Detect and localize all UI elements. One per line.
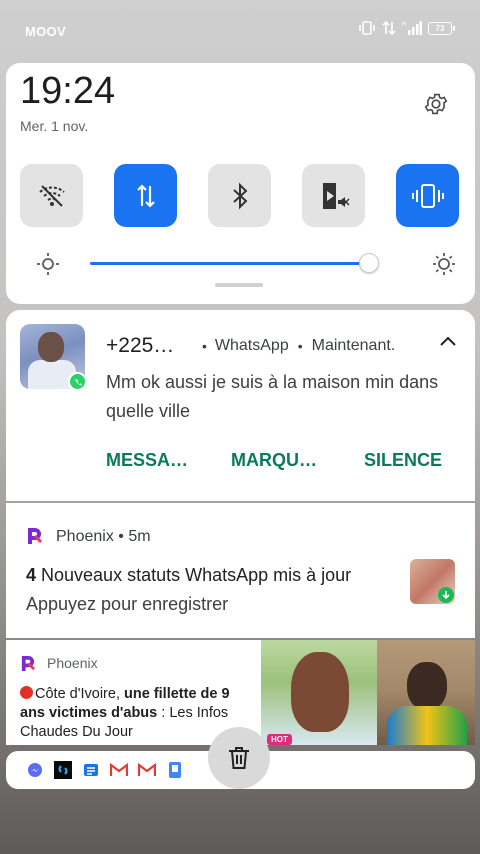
clear-all-button[interactable] (208, 727, 270, 789)
notification-time: 5m (128, 528, 151, 545)
notification-header: +225… • WhatsApp • Maintenant. (106, 334, 395, 358)
notification-title: 4 Nouveaux statuts WhatsApp mis à jour (26, 565, 351, 586)
app-name: Phoenix (47, 655, 98, 671)
phoenix-notification[interactable]: Phoenix • 5m 4 Nouveaux statuts WhatsApp… (6, 503, 475, 638)
signal-icon: H (402, 21, 422, 35)
hot-badge: HOT (267, 734, 292, 745)
status-bar: MOOV H 73 (0, 0, 480, 62)
notification-header: Phoenix • 5m (56, 528, 151, 546)
messenger-icon (26, 761, 44, 779)
quick-settings-panel: 19:24 Mer. 1 nov. (6, 63, 475, 304)
tile-mobile-data[interactable] (114, 164, 177, 227)
gmail-icon (110, 761, 128, 779)
carrier-name: MOOV (25, 24, 66, 39)
sender-name: +225… (106, 334, 175, 357)
chevron-up-icon[interactable] (439, 334, 457, 352)
tile-cast[interactable] (302, 164, 365, 227)
tile-bluetooth[interactable] (208, 164, 271, 227)
status-thumbnail (410, 559, 455, 604)
status-count: 4 (26, 565, 37, 585)
svg-text:H: H (402, 22, 406, 28)
mark-read-button[interactable]: MARQU… (231, 450, 364, 471)
brightness-row (36, 252, 456, 276)
clock-time[interactable]: 19:24 (20, 70, 115, 113)
brightness-low-icon (37, 253, 59, 275)
phone-icon (166, 761, 184, 779)
separator-dot: • (118, 528, 129, 545)
shazam-icon (54, 761, 72, 779)
notification-time: Maintenant. (311, 337, 396, 354)
vibrate-status-icon (359, 21, 375, 35)
brightness-slider-thumb[interactable] (359, 253, 379, 273)
app-icons-row (26, 761, 184, 779)
brightness-slider-fill[interactable] (90, 262, 369, 265)
data-status-icon (382, 20, 396, 36)
cast-mute-icon (322, 182, 350, 209)
phoenix-logo-icon (21, 656, 35, 671)
download-icon (438, 587, 454, 603)
news-headline: Côte d'Ivoire, une fillette de 9 ans vic… (20, 686, 230, 740)
app-name: WhatsApp (214, 337, 289, 354)
tile-vibrate[interactable] (396, 164, 459, 227)
expand-handle[interactable] (215, 283, 263, 287)
vibrate-icon (411, 183, 444, 208)
separator-dot: • (202, 338, 207, 354)
quick-tiles (20, 164, 459, 227)
notification-actions: MESSA… MARQU… SILENCE (106, 450, 442, 471)
bluetooth-icon (232, 182, 247, 209)
separator-dot: • (297, 338, 303, 354)
tile-wifi[interactable] (20, 164, 83, 227)
red-circle-icon (20, 686, 33, 699)
news-image: HOT (261, 640, 475, 745)
news-icon (82, 761, 100, 779)
phoenix-logo-icon (28, 528, 42, 544)
mute-button[interactable]: SILENCE (364, 450, 442, 471)
battery-icon: 73 (428, 21, 455, 35)
status-icons: H 73 (358, 20, 455, 36)
reply-button[interactable]: MESSA… (106, 450, 231, 471)
wifi-off-icon (38, 184, 65, 207)
whatsapp-badge-icon (68, 372, 87, 391)
clock-date[interactable]: Mer. 1 nov. (20, 118, 88, 134)
gmail-icon (138, 761, 156, 779)
message-text: Mm ok aussi je suis à la maison min dans… (106, 372, 439, 421)
notification-subtitle: Appuyez pour enregistrer (26, 594, 229, 614)
title-text: Nouveaux statuts WhatsApp mis à jour (36, 565, 352, 585)
trash-icon (229, 747, 249, 769)
brightness-high-icon (433, 253, 455, 275)
data-arrows-icon (136, 183, 155, 208)
settings-gear-icon[interactable] (423, 91, 449, 122)
whatsapp-notification[interactable]: +225… • WhatsApp • Maintenant. Mm ok aus… (6, 310, 475, 501)
app-name: Phoenix (56, 528, 114, 545)
